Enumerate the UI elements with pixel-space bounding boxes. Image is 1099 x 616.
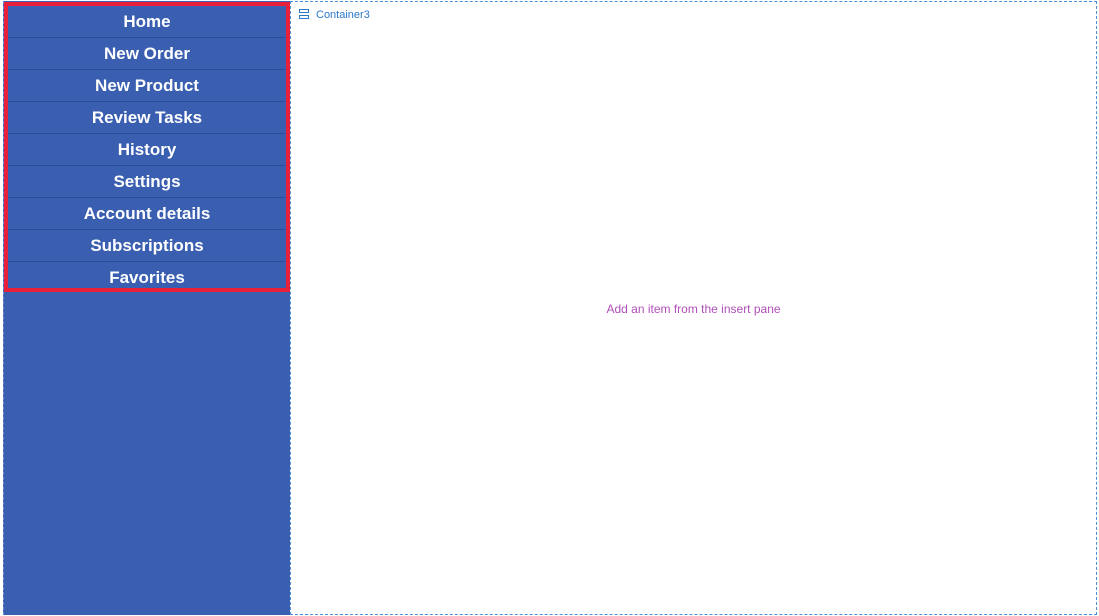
container-name: Container3 (316, 9, 370, 21)
nav-item-new-product[interactable]: New Product (8, 70, 286, 102)
nav-item-settings[interactable]: Settings (8, 166, 286, 198)
nav-item-new-order[interactable]: New Order (8, 38, 286, 70)
container-label: Container3 (299, 9, 370, 21)
nav-item-subscriptions[interactable]: Subscriptions (8, 230, 286, 262)
nav-item-review-tasks[interactable]: Review Tasks (8, 102, 286, 134)
nav-item-history[interactable]: History (8, 134, 286, 166)
app-canvas: Home New Order New Product Review Tasks … (0, 0, 1099, 616)
nav-item-favorites[interactable]: Favorites (8, 262, 286, 294)
nav-gallery[interactable]: Home New Order New Product Review Tasks … (4, 2, 290, 292)
nav-item-account-details[interactable]: Account details (8, 198, 286, 230)
container-icon (299, 9, 310, 21)
empty-container-hint: Add an item from the insert pane (606, 302, 781, 316)
container3[interactable]: Container3 Add an item from the insert p… (290, 1, 1097, 615)
nav-item-home[interactable]: Home (8, 6, 286, 38)
